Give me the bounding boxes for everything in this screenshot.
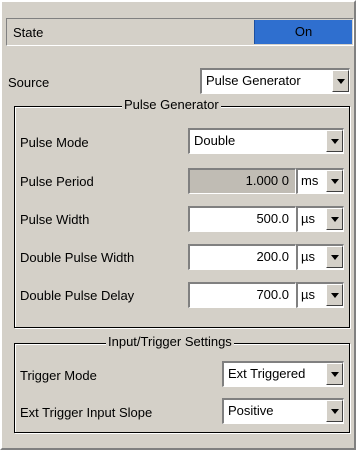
- state-label: State: [13, 25, 44, 40]
- trigger-mode-dropdown-button[interactable]: [326, 363, 343, 385]
- chevron-down-icon: [331, 409, 339, 414]
- chevron-down-icon: [331, 255, 339, 260]
- trigger-mode-select[interactable]: Ext Triggered: [222, 361, 344, 387]
- double-pulse-delay-unit-dropdown-button[interactable]: [326, 284, 343, 306]
- double-pulse-width-unit-dropdown-button[interactable]: [326, 246, 343, 268]
- chevron-down-icon: [337, 79, 345, 84]
- pulse-mode-label: Pulse Mode: [20, 135, 89, 150]
- double-pulse-delay-label: Double Pulse Delay: [20, 288, 135, 303]
- chevron-down-icon: [331, 179, 339, 184]
- pulse-period-unit: ms: [301, 173, 319, 188]
- pulse-width-unit: µs: [301, 211, 315, 226]
- trigger-mode-label: Trigger Mode: [20, 368, 97, 383]
- double-pulse-width-value: 200.0: [256, 249, 289, 264]
- pulse-period-value: 1.000 0: [245, 173, 289, 188]
- double-pulse-delay-value: 700.0: [256, 287, 289, 302]
- double-pulse-delay-unit: µs: [301, 287, 315, 302]
- pulse-width-unit-select[interactable]: µs: [296, 206, 344, 232]
- double-pulse-width-label: Double Pulse Width: [20, 250, 135, 265]
- double-pulse-width-unit-select[interactable]: µs: [296, 244, 344, 270]
- pulse-period-field: 1.000 0: [188, 168, 296, 194]
- source-select[interactable]: Pulse Generator: [200, 68, 350, 94]
- double-pulse-delay-unit-select[interactable]: µs: [296, 282, 344, 308]
- pulse-width-unit-dropdown-button[interactable]: [326, 208, 343, 230]
- double-pulse-width-unit: µs: [301, 249, 315, 264]
- chevron-down-icon: [331, 372, 339, 377]
- chevron-down-icon: [331, 293, 339, 298]
- pulse-width-input[interactable]: 500.0: [188, 206, 296, 232]
- pulse-period-unit-dropdown-button[interactable]: [326, 170, 343, 192]
- trigger-slope-value: Positive: [228, 403, 274, 418]
- trigger-slope-label: Ext Trigger Input Slope: [20, 405, 153, 420]
- trigger-settings-title: Input/Trigger Settings: [106, 334, 234, 350]
- double-pulse-delay-input[interactable]: 700.0: [188, 282, 296, 308]
- pulse-width-label: Pulse Width: [20, 212, 90, 227]
- pulse-modulation-panel: State On Source Pulse Generator Pulse Ge…: [0, 0, 356, 450]
- chevron-down-icon: [331, 217, 339, 222]
- trigger-slope-dropdown-button[interactable]: [326, 400, 343, 422]
- pulse-mode-dropdown-button[interactable]: [326, 130, 343, 152]
- pulse-generator-title: Pulse Generator: [122, 97, 221, 113]
- pulse-period-label: Pulse Period: [20, 174, 94, 189]
- pulse-mode-select[interactable]: Double: [188, 128, 344, 154]
- source-label: Source: [8, 75, 50, 90]
- trigger-mode-value: Ext Triggered: [228, 366, 306, 381]
- pulse-period-unit-select[interactable]: ms: [296, 168, 344, 194]
- state-toggle[interactable]: On: [254, 20, 352, 44]
- trigger-slope-select[interactable]: Positive: [222, 398, 344, 424]
- double-pulse-width-input[interactable]: 200.0: [188, 244, 296, 270]
- pulse-width-value: 500.0: [256, 211, 289, 226]
- source-dropdown-button[interactable]: [332, 70, 349, 92]
- state-row: State On: [6, 18, 354, 46]
- source-value: Pulse Generator: [206, 73, 301, 88]
- chevron-down-icon: [331, 139, 339, 144]
- pulse-mode-value: Double: [194, 133, 236, 148]
